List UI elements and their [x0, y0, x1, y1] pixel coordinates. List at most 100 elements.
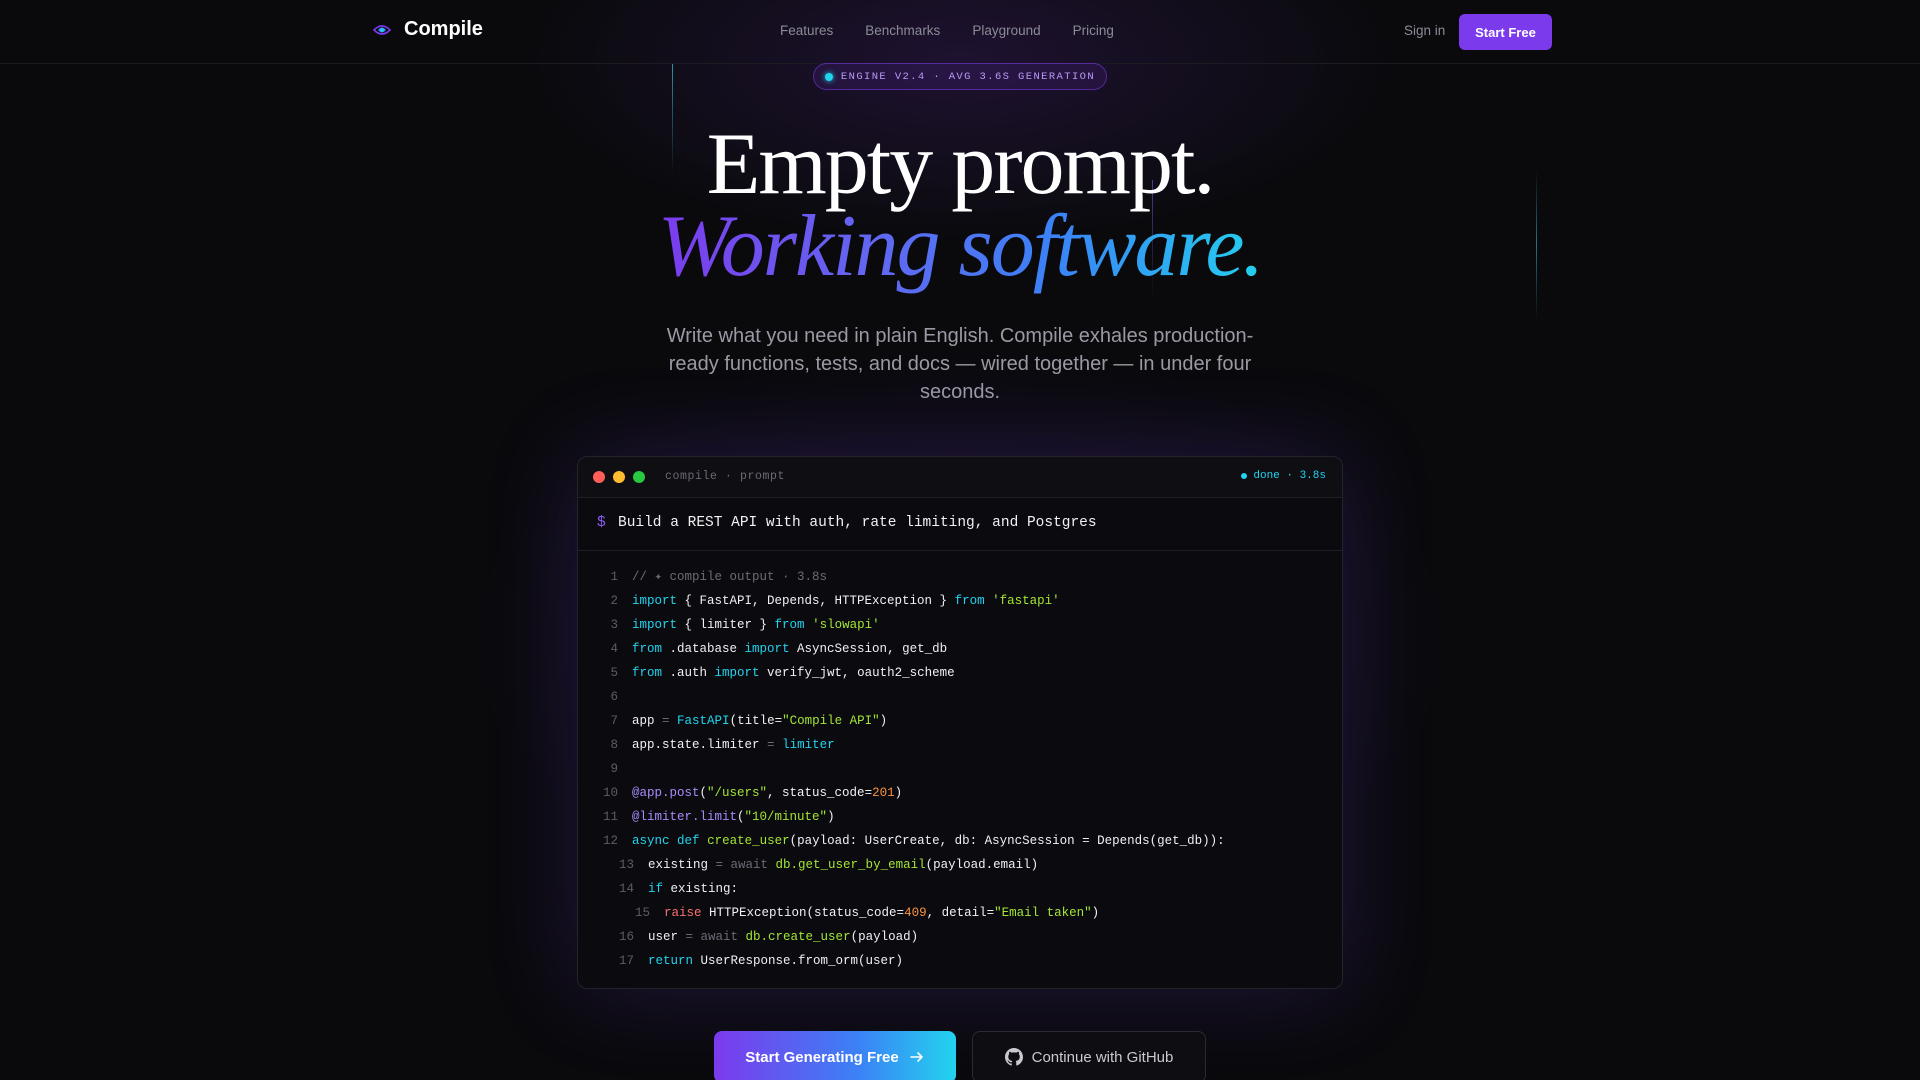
code-token: (payload: UserCreate, db: AsyncSession =… [789, 834, 1225, 848]
terminal-title: compile · prompt [665, 470, 786, 483]
code-token: def [677, 834, 700, 848]
continue-with-github-label: Continue with GitHub [1031, 1048, 1174, 1066]
line-number: 8 [610, 738, 618, 752]
code-line: 7 app = FastAPI(title="Compile API") [578, 709, 1342, 733]
code-line: 10 @app.post("/users", status_code=201) [578, 781, 1342, 805]
code-token: , detail= [926, 906, 995, 920]
code-token: "Compile API" [782, 714, 880, 728]
code-line: 9 [578, 757, 1342, 781]
code-token: app.state.limiter [632, 738, 768, 752]
code-token: { FastAPI, Depends, HTTPException } [677, 594, 955, 608]
code-token: db.get_user_by_email [775, 858, 926, 872]
code-token: .auth [662, 666, 715, 680]
code-token: 409 [904, 906, 927, 920]
nav-link-features[interactable]: Features [780, 23, 833, 38]
code-token: .database [662, 642, 745, 656]
line-number: 10 [602, 786, 618, 800]
code-token: verify_jwt, oauth2_scheme [759, 666, 955, 680]
code-token: db.create_user [745, 930, 851, 944]
start-free-button[interactable]: Start Free [1459, 14, 1552, 50]
compile-logo-icon [372, 20, 392, 40]
top-navbar: Compile Features Benchmarks Playground P… [0, 0, 1920, 64]
line-number: 12 [602, 834, 618, 848]
line-number: 14 [618, 882, 634, 896]
code-token: from [954, 594, 985, 608]
code-token: user [648, 930, 686, 944]
start-generating-button[interactable]: Start Generating Free [714, 1031, 956, 1080]
code-token: ( [737, 810, 745, 824]
prompt-symbol: $ [597, 515, 606, 531]
code-token: "/users" [707, 786, 768, 800]
code-token: = [767, 738, 775, 752]
line-number: 5 [610, 666, 618, 680]
code-token: raise [664, 906, 702, 920]
code-token: = await [715, 858, 769, 872]
code-token: 'slowapi' [804, 618, 880, 632]
status-dot-icon [824, 72, 833, 81]
code-token: = [662, 714, 670, 728]
code-line: 13 existing = await db.get_user_by_email(… [578, 853, 1342, 877]
code-token: import [632, 618, 678, 632]
line-number: 13 [618, 858, 634, 872]
maximize-dot-icon[interactable] [633, 471, 645, 483]
code-token: 201 [872, 786, 895, 800]
line-number: 4 [610, 642, 618, 656]
line-number: 3 [610, 618, 618, 632]
code-line: 14 if existing: [578, 877, 1342, 901]
brand[interactable]: Compile [372, 18, 483, 41]
code-token: from [632, 642, 663, 656]
code-line: 2 import { FastAPI, Depends, HTTPExceptio… [578, 589, 1342, 613]
code-line: 6 [578, 685, 1342, 709]
code-token: HTTPException(status_code= [701, 906, 905, 920]
line-number: 2 [610, 594, 618, 608]
hero-gradient-text: Working software. [650, 197, 1271, 297]
code-token: { limiter } [677, 618, 775, 632]
code-token: "10/minute" [744, 810, 828, 824]
nav-links: Features Benchmarks Playground Pricing [780, 23, 1114, 38]
line-number: 16 [618, 930, 634, 944]
code-token: 'fastapi' [984, 594, 1060, 608]
code-token: ) [1091, 906, 1100, 920]
code-token: existing [648, 858, 716, 872]
terminal-window: compile · prompt done · 3.8s $ Build a R… [577, 456, 1343, 989]
code-token: = await [685, 930, 739, 944]
nav-link-pricing[interactable]: Pricing [1073, 23, 1114, 38]
code-token: if [648, 882, 664, 896]
line-number: 11 [602, 810, 618, 824]
continue-with-github-button[interactable]: Continue with GitHub [972, 1031, 1206, 1080]
minimize-dot-icon[interactable] [613, 471, 625, 483]
code-token: ) [894, 786, 903, 800]
code-token: @app.post [632, 786, 700, 800]
sign-in-link[interactable]: Sign in [1404, 23, 1445, 38]
code-token: async [632, 834, 670, 848]
line-number: 15 [634, 906, 650, 920]
nav-link-playground[interactable]: Playground [972, 23, 1040, 38]
code-token: (title= [729, 714, 783, 728]
terminal-prompt: $ Build a REST API with auth, rate limit… [578, 498, 1342, 551]
terminal-status: done · 3.8s [1241, 470, 1326, 482]
code-line: 4 from .database import AsyncSession, get… [578, 637, 1342, 661]
done-dot-icon [1241, 473, 1248, 479]
code-line: 12 async def create_user(payload: UserCre… [578, 829, 1342, 853]
code-token: (payload.email) [925, 858, 1039, 872]
hero-subtitle: Write what you need in plain English. Co… [666, 325, 1254, 403]
line-number: 6 [610, 690, 618, 704]
code-token: return [648, 954, 694, 968]
brand-name: Compile [404, 18, 483, 40]
arrow-right-icon [909, 1049, 925, 1065]
code-line: 5 from .auth import verify_jwt, oauth2_sc… [578, 661, 1342, 685]
nav-link-benchmarks[interactable]: Benchmarks [865, 23, 940, 38]
code-token: from [632, 666, 663, 680]
prompt-text: Build a REST API with auth, rate limitin… [618, 515, 1097, 531]
line-number: 1 [610, 570, 618, 584]
close-dot-icon[interactable] [593, 471, 605, 483]
code-token: from [774, 618, 805, 632]
line-number: 9 [610, 762, 618, 776]
code-line: 17 return UserResponse.from_orm(user) [578, 949, 1342, 973]
code-output: 1 // ✦ compile output · 3.8s 2 import { Fas… [578, 565, 1342, 973]
